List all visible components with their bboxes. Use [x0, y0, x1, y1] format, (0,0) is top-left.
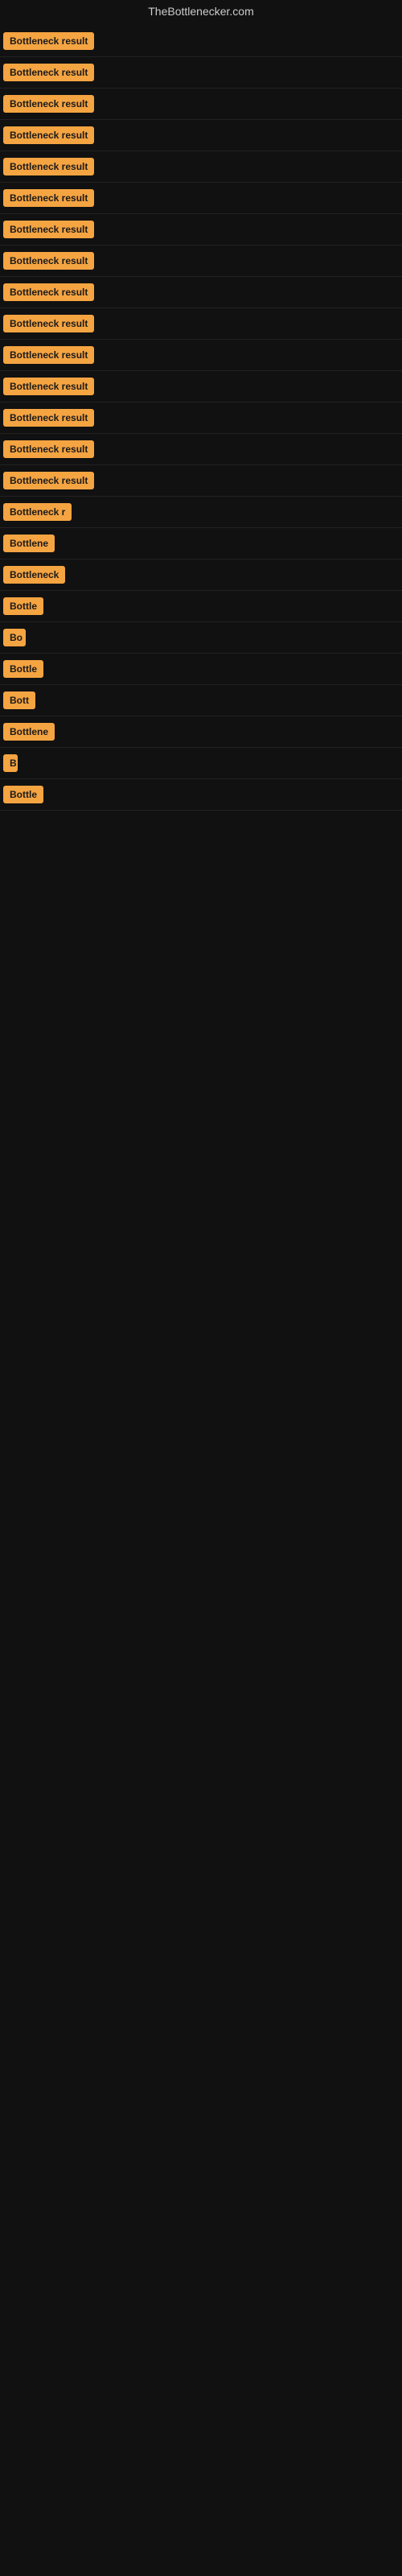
list-item: Bottleneck result: [0, 434, 402, 465]
list-item: Bottleneck result: [0, 246, 402, 277]
bottleneck-result-badge[interactable]: Bo: [3, 629, 26, 646]
bottleneck-result-badge[interactable]: Bottlene: [3, 723, 55, 741]
list-item: Bottleneck result: [0, 465, 402, 497]
list-item: Bottleneck result: [0, 26, 402, 57]
bottleneck-result-badge[interactable]: Bottle: [3, 660, 43, 678]
list-item: Bottleneck r: [0, 497, 402, 528]
list-item: Bottleneck result: [0, 340, 402, 371]
bottleneck-result-badge[interactable]: Bottleneck result: [3, 378, 94, 395]
bottleneck-result-badge[interactable]: B: [3, 754, 18, 772]
bottleneck-result-badge[interactable]: Bottleneck result: [3, 252, 94, 270]
list-item: Bottlene: [0, 716, 402, 748]
bottleneck-result-badge[interactable]: Bottleneck result: [3, 315, 94, 332]
list-item: Bottleneck result: [0, 308, 402, 340]
list-item: Bottleneck result: [0, 89, 402, 120]
bottleneck-result-badge[interactable]: Bottleneck result: [3, 126, 94, 144]
bottleneck-result-badge[interactable]: Bottleneck result: [3, 95, 94, 113]
bottleneck-result-badge[interactable]: Bottleneck result: [3, 346, 94, 364]
list-item: Bottlene: [0, 528, 402, 559]
bottleneck-result-badge[interactable]: Bottleneck result: [3, 189, 94, 207]
list-item: B: [0, 748, 402, 779]
list-item: Bottleneck result: [0, 120, 402, 151]
bottleneck-result-badge[interactable]: Bottleneck result: [3, 221, 94, 238]
bottleneck-result-badge[interactable]: Bottle: [3, 786, 43, 803]
bottleneck-result-badge[interactable]: Bottleneck result: [3, 32, 94, 50]
bottleneck-result-badge[interactable]: Bottleneck result: [3, 283, 94, 301]
bottleneck-result-badge[interactable]: Bott: [3, 691, 35, 709]
list-item: Bottleneck result: [0, 277, 402, 308]
list-item: Bott: [0, 685, 402, 716]
bottleneck-result-badge[interactable]: Bottleneck result: [3, 64, 94, 81]
list-item: Bo: [0, 622, 402, 654]
bottleneck-result-badge[interactable]: Bottleneck result: [3, 472, 94, 489]
list-item: Bottle: [0, 654, 402, 685]
bottleneck-result-badge[interactable]: Bottleneck r: [3, 503, 72, 521]
list-item: Bottle: [0, 591, 402, 622]
bottleneck-result-badge[interactable]: Bottleneck: [3, 566, 65, 584]
bottleneck-result-badge[interactable]: Bottlene: [3, 535, 55, 552]
list-item: Bottleneck result: [0, 57, 402, 89]
list-item: Bottleneck result: [0, 183, 402, 214]
list-item: Bottleneck result: [0, 371, 402, 402]
list-item: Bottleneck result: [0, 402, 402, 434]
list-item: Bottleneck: [0, 559, 402, 591]
list-item: Bottle: [0, 779, 402, 811]
list-item: Bottleneck result: [0, 151, 402, 183]
bottleneck-result-badge[interactable]: Bottleneck result: [3, 158, 94, 175]
bottleneck-result-badge[interactable]: Bottleneck result: [3, 440, 94, 458]
rows-container: Bottleneck result Bottleneck result Bottle…: [0, 26, 402, 811]
bottleneck-result-badge[interactable]: Bottle: [3, 597, 43, 615]
bottleneck-result-badge[interactable]: Bottleneck result: [3, 409, 94, 427]
list-item: Bottleneck result: [0, 214, 402, 246]
site-title: TheBottlenecker.com: [0, 0, 402, 26]
